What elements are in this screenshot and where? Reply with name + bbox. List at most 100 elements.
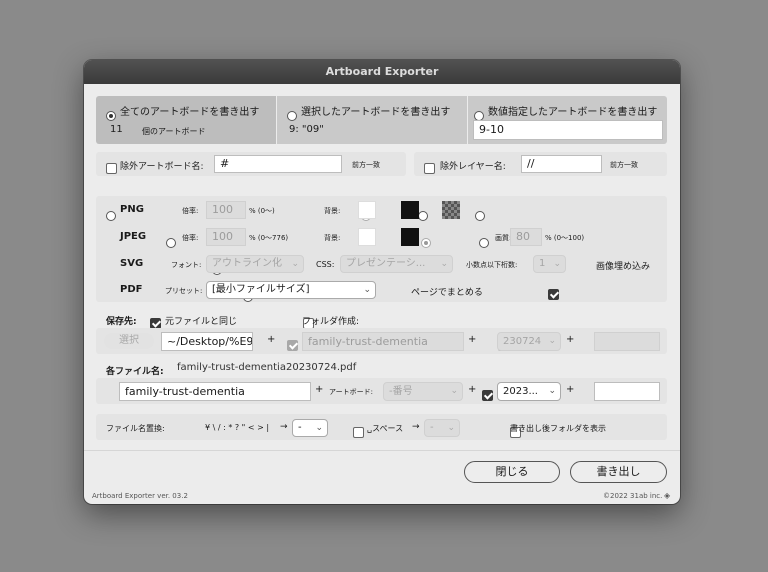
scope-all-radio[interactable]	[106, 110, 116, 121]
png-bg-black-radio[interactable]	[418, 210, 429, 221]
exclude-layer-input[interactable]: //	[521, 155, 602, 173]
exclude-layer-match: 前方一致	[610, 161, 638, 169]
png-bg-white-swatch[interactable]	[358, 201, 376, 219]
arrow-right-icon: →	[280, 422, 288, 432]
scope-selected-radio[interactable]	[287, 110, 297, 121]
jpeg-bg-white-swatch[interactable]	[358, 228, 376, 246]
scope-range-radio[interactable]	[474, 110, 484, 121]
jpeg-bg-black-swatch[interactable]	[401, 228, 419, 246]
jpeg-quality-input[interactable]: 80	[510, 228, 542, 246]
save-path-input[interactable]: ~/Desktop/%E99	[161, 332, 253, 351]
exclude-artboard-label: 除外アートボード名:	[120, 162, 204, 172]
copyright-text: ©2022 31ab inc.	[603, 492, 663, 500]
chevron-down-icon: ⌄	[440, 259, 448, 269]
exclude-layer-checkbox[interactable]	[424, 163, 435, 174]
png-scale-label: 倍率:	[182, 207, 199, 215]
chevron-down-icon: ⌄	[548, 336, 556, 346]
png-bg-black-swatch[interactable]	[401, 201, 419, 219]
svg-font-select[interactable]: アウトライン化 ⌄	[206, 255, 304, 273]
scope-range-option[interactable]: 数値指定したアートボードを書き出す 9-10	[468, 96, 667, 144]
filename-preview: family-trust-dementia20230724.pdf	[177, 362, 357, 373]
window-title: Artboard Exporter	[84, 60, 680, 84]
filename-date-checkbox[interactable]	[482, 390, 493, 401]
plus-sign: +	[566, 334, 575, 345]
folder-create-label: フォルダ作成:	[302, 317, 360, 327]
svg-font-value: アウトライン化	[212, 258, 282, 269]
exporter-dialog: Artboard Exporter 全てのアートボードを書き出す 11 個のアー…	[84, 60, 680, 504]
filename-base-input[interactable]: family-trust-dementia	[119, 382, 311, 401]
svg-css-label: CSS:	[316, 260, 335, 269]
chevron-down-icon: ⌄	[315, 423, 323, 433]
replace-char-select[interactable]: - ⌄	[292, 419, 328, 437]
plus-sign: +	[315, 384, 324, 395]
scope-range-label: 数値指定したアートボードを書き出す	[488, 107, 658, 118]
jpeg-quality-label: 画質:	[495, 234, 512, 242]
replace-chars: ¥ \ / : * ? " < > |	[205, 423, 270, 432]
close-button[interactable]: 閉じる	[464, 461, 560, 483]
replace-space-select[interactable]: - ⌄	[424, 419, 460, 437]
svg-decimal-label: 小数点以下桁数:	[466, 261, 518, 269]
jpeg-scale-unit: % (0〜776)	[249, 234, 289, 242]
filename-artboard-value: -番号	[389, 386, 413, 397]
png-bg-transparent-swatch[interactable]	[442, 201, 460, 219]
pdf-preset-value: [最小ファイルサイズ]	[212, 284, 310, 295]
exclude-layer-group: 除外レイヤー名: // 前方一致	[414, 152, 667, 176]
svg-decimal-select[interactable]: 1 ⌄	[533, 255, 566, 273]
folder-date-select[interactable]: 230724 ⌄	[497, 332, 561, 351]
folder-name-checkbox[interactable]	[287, 340, 298, 351]
pdf-pages-label: ページでまとめる	[411, 288, 483, 298]
jpeg-bg-white-radio[interactable]	[421, 237, 432, 248]
pdf-pages-checkbox[interactable]	[547, 289, 559, 300]
filename-date-select[interactable]: 2023... ⌄	[497, 382, 561, 401]
scope-selected-option[interactable]: 選択したアートボードを書き出す 9: "09"	[277, 96, 467, 144]
svg-css-value: プレゼンテーシ...	[346, 258, 426, 269]
filename-artboard-select[interactable]: -番号 ⌄	[383, 382, 463, 401]
svg-decimal-value: 1	[539, 258, 546, 269]
svg-css-select[interactable]: プレゼンテーシ... ⌄	[340, 255, 453, 273]
selected-artboard-info: 9: "09"	[289, 124, 324, 135]
folder-date-value: 230724	[503, 336, 542, 347]
pdf-preset-select[interactable]: [最小ファイルサイズ] ⌄	[206, 281, 376, 299]
png-label: PNG	[120, 204, 144, 215]
replace-space-checkbox[interactable]	[353, 427, 364, 438]
chevron-down-icon: ⌄	[450, 386, 458, 396]
artboard-count: 11	[110, 124, 123, 135]
svg-embed-label: 画像埋め込み	[596, 262, 651, 272]
scope-all-option[interactable]: 全てのアートボードを書き出す 11 個のアートボード	[96, 96, 276, 144]
version-text: Artboard Exporter ver. 03.2	[92, 492, 188, 500]
folder-name-input[interactable]: family-trust-dementia	[302, 332, 464, 351]
logo-icon: ◈	[664, 491, 671, 500]
jpeg-radio[interactable]	[166, 237, 177, 248]
pdf-label: PDF	[120, 284, 143, 295]
save-same-label: 元ファイルと同じ	[165, 317, 238, 327]
choose-folder-button[interactable]: 選択	[104, 333, 154, 349]
jpeg-scale-input[interactable]: 100	[206, 228, 246, 246]
save-dest-label: 保存先:	[106, 317, 137, 327]
range-input[interactable]: 9-10	[473, 120, 663, 140]
export-button[interactable]: 書き出し	[570, 461, 667, 483]
folder-suffix-input[interactable]	[594, 332, 660, 351]
pdf-preset-label: プリセット:	[165, 287, 203, 295]
jpeg-scale-label: 倍率:	[182, 234, 199, 242]
arrow-right-icon: →	[412, 422, 420, 432]
png-scale-input[interactable]: 100	[206, 201, 246, 219]
chevron-down-icon: ⌄	[291, 259, 299, 269]
exclude-layer-label: 除外レイヤー名:	[440, 162, 506, 172]
exclude-artboard-checkbox[interactable]	[106, 163, 117, 174]
jpeg-label: JPEG	[120, 231, 147, 242]
png-bg-transparent-radio[interactable]	[475, 210, 486, 221]
show-folder-label: 書き出し後フォルダを表示	[510, 424, 606, 433]
replace-space-value: -	[430, 422, 434, 433]
filename-suffix-input[interactable]	[594, 382, 660, 401]
jpeg-bg-black-radio[interactable]	[478, 237, 489, 248]
plus-sign: +	[468, 334, 477, 345]
exclude-artboard-input[interactable]: #	[214, 155, 342, 173]
exclude-artboard-match: 前方一致	[352, 161, 380, 169]
replace-char-value: -	[298, 422, 302, 433]
exclude-artboard-group: 除外アートボード名: # 前方一致	[96, 152, 406, 176]
scope-selected-label: 選択したアートボードを書き出す	[301, 107, 451, 118]
filename-row: family-trust-dementia + アートボード: -番号 ⌄ + …	[96, 378, 667, 404]
filename-label: 各ファイル名:	[106, 367, 164, 377]
png-radio[interactable]	[106, 210, 116, 221]
replace-space-label: ␣スペース	[367, 424, 404, 433]
